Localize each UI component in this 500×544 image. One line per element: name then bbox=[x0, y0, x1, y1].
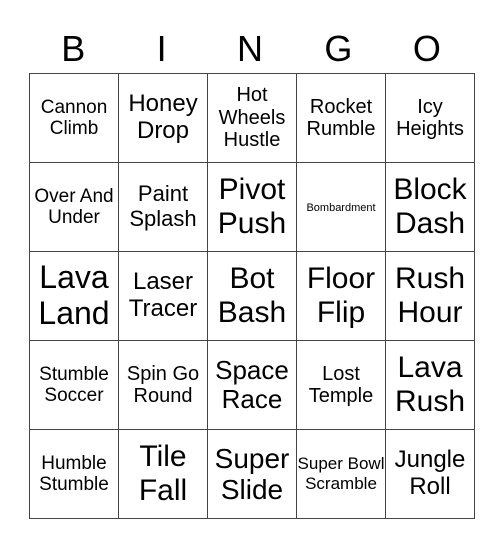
cell-text: Spin Go Round bbox=[126, 362, 200, 407]
cell-text: Super Slide bbox=[214, 442, 290, 505]
bingo-cell[interactable]: Super Bowl Scramble bbox=[296, 429, 386, 519]
bingo-cell[interactable]: Over And Under bbox=[29, 162, 119, 252]
cell-text: Floor Flip bbox=[306, 262, 376, 329]
bingo-cell[interactable]: Laser Tracer bbox=[118, 251, 208, 341]
bingo-cell[interactable]: Super Slide bbox=[207, 429, 297, 519]
bingo-cell[interactable]: Space Race bbox=[207, 340, 297, 430]
cell-text: Lava Land bbox=[38, 259, 110, 331]
header-letter-o: O bbox=[412, 28, 441, 69]
header-letter-b: B bbox=[61, 28, 86, 69]
grid-row: Humble Stumble Tile Fall Super Slide Sup… bbox=[29, 429, 475, 519]
bingo-cell[interactable]: Rocket Rumble bbox=[296, 73, 386, 163]
bingo-cell[interactable]: Humble Stumble bbox=[29, 429, 119, 519]
cell-text: Paint Splash bbox=[129, 181, 197, 231]
cell-text: Block Dash bbox=[393, 173, 467, 240]
grid-row: Cannon Climb Honey Drop Hot Wheels Hustl… bbox=[29, 73, 475, 163]
cell-text: Tile Fall bbox=[138, 440, 188, 507]
bingo-cell[interactable]: Paint Splash bbox=[118, 162, 208, 252]
cell-text: Super Bowl Scramble bbox=[297, 454, 385, 493]
bingo-cell[interactable]: Lava Rush bbox=[385, 340, 475, 430]
bingo-cell[interactable]: Jungle Roll bbox=[385, 429, 475, 519]
grid-row: Over And Under Paint Splash Pivot Push B… bbox=[29, 162, 475, 252]
grid-row: Lava Land Laser Tracer Bot Bash Floor Fl… bbox=[29, 251, 475, 341]
cell-text: Honey Drop bbox=[128, 90, 198, 144]
bingo-cell[interactable]: Pivot Push bbox=[207, 162, 297, 252]
cell-text: Bombardment bbox=[306, 202, 376, 214]
bingo-cell[interactable]: Floor Flip bbox=[296, 251, 386, 341]
cell-text: Space Race bbox=[215, 354, 289, 414]
cell-text: Humble Stumble bbox=[39, 452, 109, 495]
bingo-cell[interactable]: Bot Bash bbox=[207, 251, 297, 341]
cell-text: Stumble Soccer bbox=[39, 363, 109, 406]
cell-text: Icy Heights bbox=[396, 95, 464, 140]
bingo-grid: Cannon Climb Honey Drop Hot Wheels Hustl… bbox=[29, 73, 475, 519]
bingo-cell[interactable]: Lava Land bbox=[29, 251, 119, 341]
bingo-cell[interactable]: Cannon Climb bbox=[29, 73, 119, 163]
header-letter-n: N bbox=[237, 28, 264, 69]
cell-text: Lava Rush bbox=[394, 351, 466, 418]
cell-text: Pivot Push bbox=[217, 173, 287, 240]
header-letter-i: I bbox=[156, 28, 167, 69]
cell-text: Jungle Roll bbox=[394, 446, 466, 500]
bingo-cell[interactable]: Spin Go Round bbox=[118, 340, 208, 430]
cell-text: Hot Wheels Hustle bbox=[218, 84, 286, 152]
bingo-cell[interactable]: Rush Hour bbox=[385, 251, 475, 341]
bingo-cell[interactable]: Lost Temple bbox=[296, 340, 386, 430]
bingo-cell[interactable]: Block Dash bbox=[385, 162, 475, 252]
bingo-cell[interactable]: Honey Drop bbox=[118, 73, 208, 163]
cell-text: Lost Temple bbox=[308, 362, 374, 407]
grid-row: Stumble Soccer Spin Go Round Space Race … bbox=[29, 340, 475, 430]
bingo-cell[interactable]: Tile Fall bbox=[118, 429, 208, 519]
cell-text: Rush Hour bbox=[394, 262, 466, 329]
cell-text: Bot Bash bbox=[217, 262, 287, 329]
header-letter-g: G bbox=[324, 28, 353, 69]
cell-text: Laser Tracer bbox=[128, 268, 198, 322]
cell-text: Rocket Rumble bbox=[306, 95, 376, 140]
cell-text: Cannon Climb bbox=[40, 96, 108, 139]
bingo-cell[interactable]: Bombardment bbox=[296, 162, 386, 252]
cell-text: Over And Under bbox=[34, 185, 114, 228]
bingo-cell[interactable]: Icy Heights bbox=[385, 73, 475, 163]
bingo-header: B I N G O bbox=[29, 24, 471, 74]
bingo-cell[interactable]: Hot Wheels Hustle bbox=[207, 73, 297, 163]
bingo-cell[interactable]: Stumble Soccer bbox=[29, 340, 119, 430]
